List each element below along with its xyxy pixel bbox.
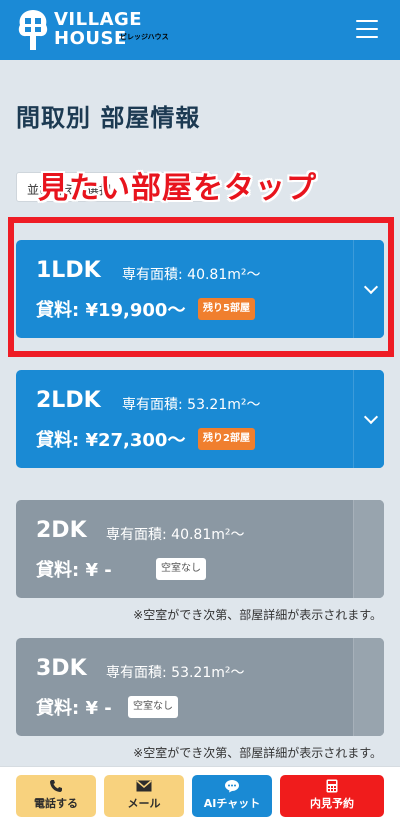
room-type: 1LDK xyxy=(36,258,101,283)
room-rent: 貸料: ¥19,900〜 xyxy=(36,300,186,321)
mail-button[interactable]: メール xyxy=(104,775,184,817)
toggle-disabled xyxy=(353,500,384,598)
expand-toggle[interactable] xyxy=(353,240,384,338)
room-type: 2DK xyxy=(36,518,87,543)
ai-chat-label: AIチャット xyxy=(203,797,261,810)
room-card-3dk: 3DK 専有面積: 53.21m²〜 貸料: ¥ - 空室なし xyxy=(16,638,384,736)
visit-reservation-button[interactable]: 内見予約 xyxy=(280,775,384,817)
remaining-badge: 残り2部屋 xyxy=(198,428,255,450)
room-rent: 貸料: ¥27,300〜 xyxy=(36,430,186,451)
expand-toggle[interactable] xyxy=(353,370,384,468)
page-title: 間取別 部屋情報 xyxy=(16,104,201,132)
header: VILLAGE HOUSE ビレッジハウス xyxy=(0,0,400,60)
envelope-icon xyxy=(136,780,152,792)
bottom-action-bar: 電話する メール AIチャット 内見予約 xyxy=(0,766,400,825)
calculator-icon xyxy=(326,779,338,793)
room-type: 2LDK xyxy=(36,388,101,413)
toggle-disabled xyxy=(353,638,384,736)
room-card-2dk: 2DK 専有面積: 40.81m²〜 貸料: ¥ - 空室なし xyxy=(16,500,384,598)
room-card-2ldk[interactable]: 2LDK 専有面積: 53.21m²〜 貸料: ¥27,300〜 残り2部屋 xyxy=(16,370,384,468)
room-rent: 貸料: ¥ - xyxy=(36,698,112,719)
room-type: 3DK xyxy=(36,656,87,681)
vacancy-note: ※空室ができ次第、部屋詳細が表示されます。 xyxy=(133,746,382,760)
chat-bubble-icon xyxy=(225,780,239,793)
logo-sub: ビレッジハウス xyxy=(120,33,169,41)
ai-chat-button[interactable]: AIチャット xyxy=(192,775,272,817)
room-card-1ldk[interactable]: 1LDK 専有面積: 40.81m²〜 貸料: ¥19,900〜 残り5部屋 xyxy=(16,240,384,338)
call-label: 電話する xyxy=(34,797,78,810)
room-area: 専有面積: 53.21m²〜 xyxy=(122,397,261,413)
mail-label: メール xyxy=(127,797,161,810)
visit-label: 内見予約 xyxy=(310,797,354,810)
room-area: 専有面積: 40.81m²〜 xyxy=(106,527,245,543)
remaining-badge: 残り5部屋 xyxy=(198,298,255,320)
no-vacancy-badge: 空室なし xyxy=(156,558,206,580)
chevron-down-icon xyxy=(363,279,379,295)
room-area: 専有面積: 53.21m²〜 xyxy=(106,665,245,681)
logo-text[interactable]: VILLAGE HOUSE xyxy=(54,11,142,48)
room-rent: 貸料: ¥ - xyxy=(36,560,112,581)
no-vacancy-badge: 空室なし xyxy=(128,696,178,718)
hamburger-menu-icon[interactable] xyxy=(356,20,378,38)
phone-icon xyxy=(50,780,62,792)
room-area: 専有面積: 40.81m²〜 xyxy=(122,267,261,283)
call-button[interactable]: 電話する xyxy=(16,775,96,817)
logo-line1: VILLAGE xyxy=(54,9,143,30)
tap-annotation: 見たい部屋をタップ xyxy=(38,171,317,206)
chevron-down-icon xyxy=(363,409,379,425)
vacancy-note: ※空室ができ次第、部屋詳細が表示されます。 xyxy=(133,608,382,622)
village-house-logo-icon xyxy=(18,10,48,50)
